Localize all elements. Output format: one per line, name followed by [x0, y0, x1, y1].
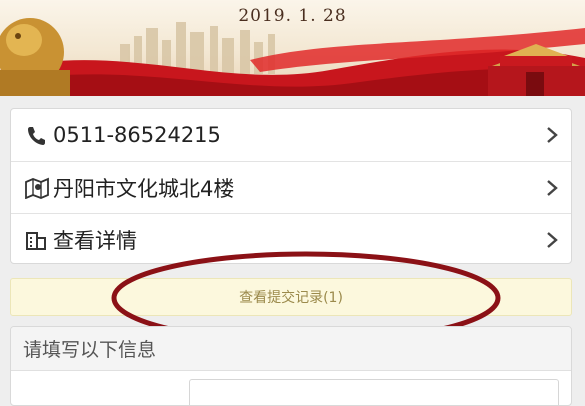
view-submission-records-button[interactable]: 查看提交记录(1) [10, 278, 572, 316]
phone-number: 0511-86524215 [53, 123, 221, 147]
form-field-input[interactable] [189, 379, 559, 405]
address-row[interactable]: 丹阳市文化城北4楼 [11, 161, 571, 213]
form-section-title: 请填写以下信息 [11, 327, 571, 371]
phone-icon [25, 124, 47, 146]
banner-date: 2019. 1. 28 [238, 6, 347, 26]
address-text: 丹阳市文化城北4楼 [53, 176, 235, 201]
details-row[interactable]: 查看详情 [11, 213, 571, 265]
map-pin-icon [25, 177, 49, 199]
phone-row[interactable]: 0511-86524215 [11, 109, 571, 161]
contact-card: 0511-86524215 丹阳市文化城北4楼 查看详情 [10, 108, 572, 264]
info-form-section: 请填写以下信息 [10, 326, 572, 406]
chevron-right-icon [545, 231, 559, 249]
chevron-right-icon [545, 179, 559, 197]
chevron-right-icon [545, 126, 559, 144]
header-banner: 2019. 1. 28 [0, 0, 585, 96]
building-icon [25, 229, 47, 251]
details-link-label: 查看详情 [53, 228, 137, 253]
